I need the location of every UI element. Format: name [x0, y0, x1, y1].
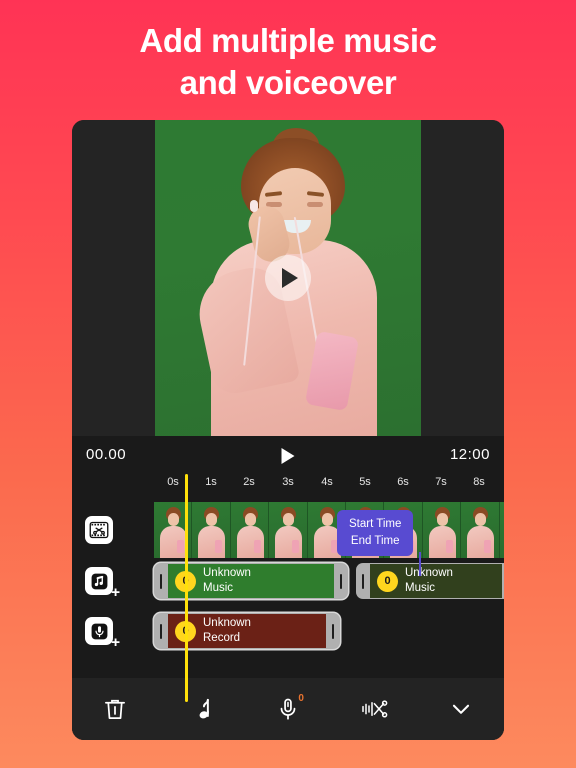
timeline-play-icon[interactable] [281, 448, 295, 464]
video-preview[interactable] [72, 120, 504, 436]
add-music-button[interactable]: + [85, 567, 120, 600]
film-scissors-icon[interactable] [85, 516, 113, 544]
clip-handle-left[interactable] [356, 563, 370, 599]
music-clip-subtitle: Music [405, 582, 436, 594]
current-time-label: 00.00 [86, 446, 127, 463]
clip-handle-left[interactable] [154, 563, 168, 599]
record-clip-subtitle: Record [203, 632, 241, 644]
page-title: Add multiple music and voiceover [0, 20, 576, 104]
video-track-icon-wrap[interactable] [85, 516, 113, 544]
microphone-icon [280, 698, 296, 720]
music-clip-label: Unknown Music [405, 566, 453, 596]
video-thumbnail-strip[interactable] [154, 502, 504, 558]
music-clip-body[interactable]: 0 Unknown Music [370, 564, 502, 598]
record-clip[interactable]: 0 Unknown Record [154, 613, 340, 649]
subject-eye-right [307, 202, 323, 207]
plus-icon: + [111, 634, 120, 651]
record-clip-body[interactable]: 0 Unknown Record [168, 614, 326, 648]
timeline-header: 00.00 12:00 [72, 436, 504, 474]
clip-handle-left[interactable] [154, 613, 168, 649]
video-thumbnail[interactable] [230, 502, 270, 558]
tooltip-line-end: End Time [350, 534, 400, 547]
delete-button[interactable] [93, 687, 137, 731]
plus-icon: + [111, 584, 120, 601]
mic-add-icon[interactable] [85, 617, 113, 645]
music-clip-title: Unknown [405, 566, 453, 579]
trash-icon [105, 699, 126, 719]
headline-line-2: and voiceover [179, 64, 397, 102]
voiceover-button[interactable]: 0 [266, 687, 310, 731]
headline-line-1: Add multiple music [139, 22, 437, 59]
ruler-tick: 8s [473, 476, 485, 488]
start-end-time-tooltip[interactable]: Start Time End Time [337, 510, 414, 557]
music-track-row: + 0 Unknown Music 0 Unknown [72, 556, 504, 606]
video-thumbnail[interactable] [422, 502, 462, 558]
collapse-button[interactable] [439, 687, 483, 731]
music-clip-badge: 0 [377, 570, 398, 592]
ruler-tick: 5s [359, 476, 371, 488]
tooltip-line-start: Start Time [349, 518, 402, 530]
play-button-overlay[interactable] [265, 255, 311, 301]
app-panel: 00.00 12:00 0s 1s 2s 3s 4s 5s 6s 7s 8s S… [72, 120, 504, 740]
video-track-row: Start Time End Time [72, 494, 504, 576]
ruler-tick: 2s [243, 476, 255, 488]
timeline-section: 00.00 12:00 0s 1s 2s 3s 4s 5s 6s 7s 8s S… [72, 436, 504, 740]
video-thumbnail[interactable] [192, 502, 231, 558]
ruler-tick: 0s [167, 476, 179, 488]
add-voiceover-button[interactable]: + [85, 617, 120, 650]
ruler-tick: 6s [397, 476, 409, 488]
timeline-ruler[interactable]: 0s 1s 2s 3s 4s 5s 6s 7s 8s [72, 474, 504, 494]
record-track-row: + 0 Unknown Record [72, 606, 504, 656]
voiceover-count-badge: 0 [298, 693, 304, 704]
record-clip-title: Unknown [203, 616, 251, 629]
music-clip[interactable]: 0 Unknown Music [154, 563, 348, 599]
music-clip-label: Unknown Music [203, 566, 251, 596]
earbud-icon [250, 200, 258, 212]
video-thumbnail[interactable] [269, 502, 308, 558]
music-add-icon[interactable] [85, 567, 113, 595]
audio-cut-button[interactable] [352, 687, 396, 731]
playhead[interactable] [185, 474, 188, 702]
play-icon [282, 268, 298, 288]
clip-handle-right[interactable] [334, 563, 348, 599]
chevron-down-icon [452, 704, 469, 714]
tooltip-stem [419, 552, 421, 576]
ruler-tick: 1s [205, 476, 217, 488]
clip-handle-right[interactable] [326, 613, 340, 649]
music-note-icon [199, 698, 209, 719]
music-clip-body[interactable]: 0 Unknown Music [168, 564, 334, 598]
music-clip[interactable]: 0 Unknown Music [356, 563, 504, 599]
audio-cut-icon [362, 700, 388, 718]
video-thumbnail[interactable] [499, 502, 504, 558]
total-time-label: 12:00 [449, 446, 490, 463]
ruler-tick: 3s [282, 476, 294, 488]
music-clip-subtitle: Music [203, 582, 234, 594]
music-clip-title: Unknown [203, 566, 251, 579]
ruler-tick: 4s [321, 476, 333, 488]
clip-handle-right[interactable] [502, 563, 504, 599]
ruler-tick: 7s [435, 476, 447, 488]
record-clip-label: Unknown Record [203, 616, 251, 646]
bottom-toolbar: 0 [72, 678, 504, 740]
video-thumbnail[interactable] [461, 502, 500, 558]
